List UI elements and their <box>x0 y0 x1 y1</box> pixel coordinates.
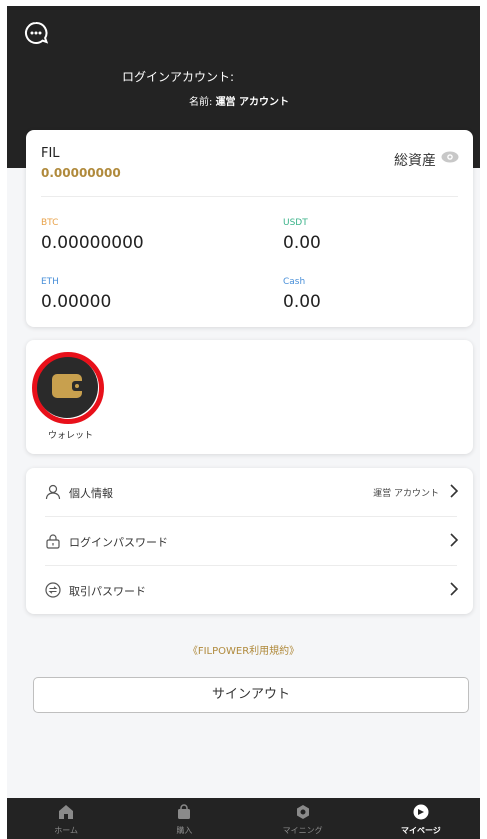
tab-label: マイページ <box>400 826 441 835</box>
cash-label: Cash <box>283 277 306 287</box>
fil-label: FIL <box>41 146 60 161</box>
mining-icon <box>296 805 309 819</box>
chevron-right-icon <box>450 484 459 498</box>
chat-icon[interactable] <box>23 20 49 46</box>
fil-balance: 0.00000000 <box>41 166 121 180</box>
btc-label: BTC <box>41 218 59 228</box>
menu-item-trade-password[interactable]: 取引パスワード <box>26 566 473 614</box>
menu-item-personal-info[interactable]: 個人情報 運営 アカウント <box>26 468 473 516</box>
person-icon <box>45 484 61 500</box>
btc-balance: 0.00000000 <box>41 233 144 253</box>
name-prefix: 名前: <box>189 97 213 108</box>
eth-balance: 0.00000 <box>41 292 112 312</box>
menu-item-label: 取引パスワード <box>69 585 146 598</box>
signout-button[interactable]: サインアウト <box>33 677 469 713</box>
chevron-right-icon <box>450 533 459 547</box>
account-name: 運営 アカウント <box>215 97 290 108</box>
asset-divider <box>41 196 458 197</box>
tab-mypage[interactable]: マイページ <box>362 798 480 839</box>
usdt-label: USDT <box>283 218 308 228</box>
tab-mining[interactable]: マイニング <box>244 798 362 839</box>
wallet-label: ウォレット <box>48 431 94 441</box>
tab-purchase[interactable]: 購入 <box>125 798 243 839</box>
tab-home[interactable]: ホーム <box>7 798 125 839</box>
eth-label: ETH <box>41 277 59 287</box>
app-screen: ログインアカウント: 名前: 運営 アカウント FIL 0.00000000 総… <box>7 6 480 839</box>
exchange-icon <box>45 582 61 598</box>
usdt-balance: 0.00 <box>283 233 321 253</box>
home-icon <box>59 805 74 819</box>
highlight-ring <box>32 352 104 424</box>
asset-card: FIL 0.00000000 総資産 BTC 0.00000000 USDT 0… <box>26 130 473 327</box>
login-account-label: ログインアカウント: <box>122 70 235 84</box>
account-name-line: 名前: 運営 アカウント <box>189 93 289 108</box>
wallet-button[interactable]: ウォレット <box>32 352 104 442</box>
cash-balance: 0.00 <box>283 292 321 312</box>
lock-icon <box>46 534 60 549</box>
mypage-icon <box>413 804 429 820</box>
wallet-card: ウォレット <box>26 340 473 454</box>
chevron-right-icon <box>450 582 459 596</box>
menu-item-login-password[interactable]: ログインパスワード <box>26 517 473 565</box>
eye-icon[interactable] <box>441 151 459 163</box>
menu-item-value: 運営 アカウント <box>373 489 439 499</box>
tab-label: マイニング <box>282 826 323 835</box>
menu-item-label: 個人情報 <box>69 487 113 500</box>
menu-item-label: ログインパスワード <box>69 536 168 549</box>
tab-label: ホーム <box>54 826 78 835</box>
bottom-tab-bar: ホーム 購入 マイニング マイページ <box>7 798 480 839</box>
menu-card: 個人情報 運営 アカウント ログインパスワード 取引パスワード <box>26 468 473 614</box>
tab-label: 購入 <box>176 826 193 835</box>
bag-icon <box>178 804 191 819</box>
total-assets-label: 総資産 <box>394 153 436 169</box>
terms-link[interactable]: 《FILPOWER利用規約》 <box>7 642 480 657</box>
